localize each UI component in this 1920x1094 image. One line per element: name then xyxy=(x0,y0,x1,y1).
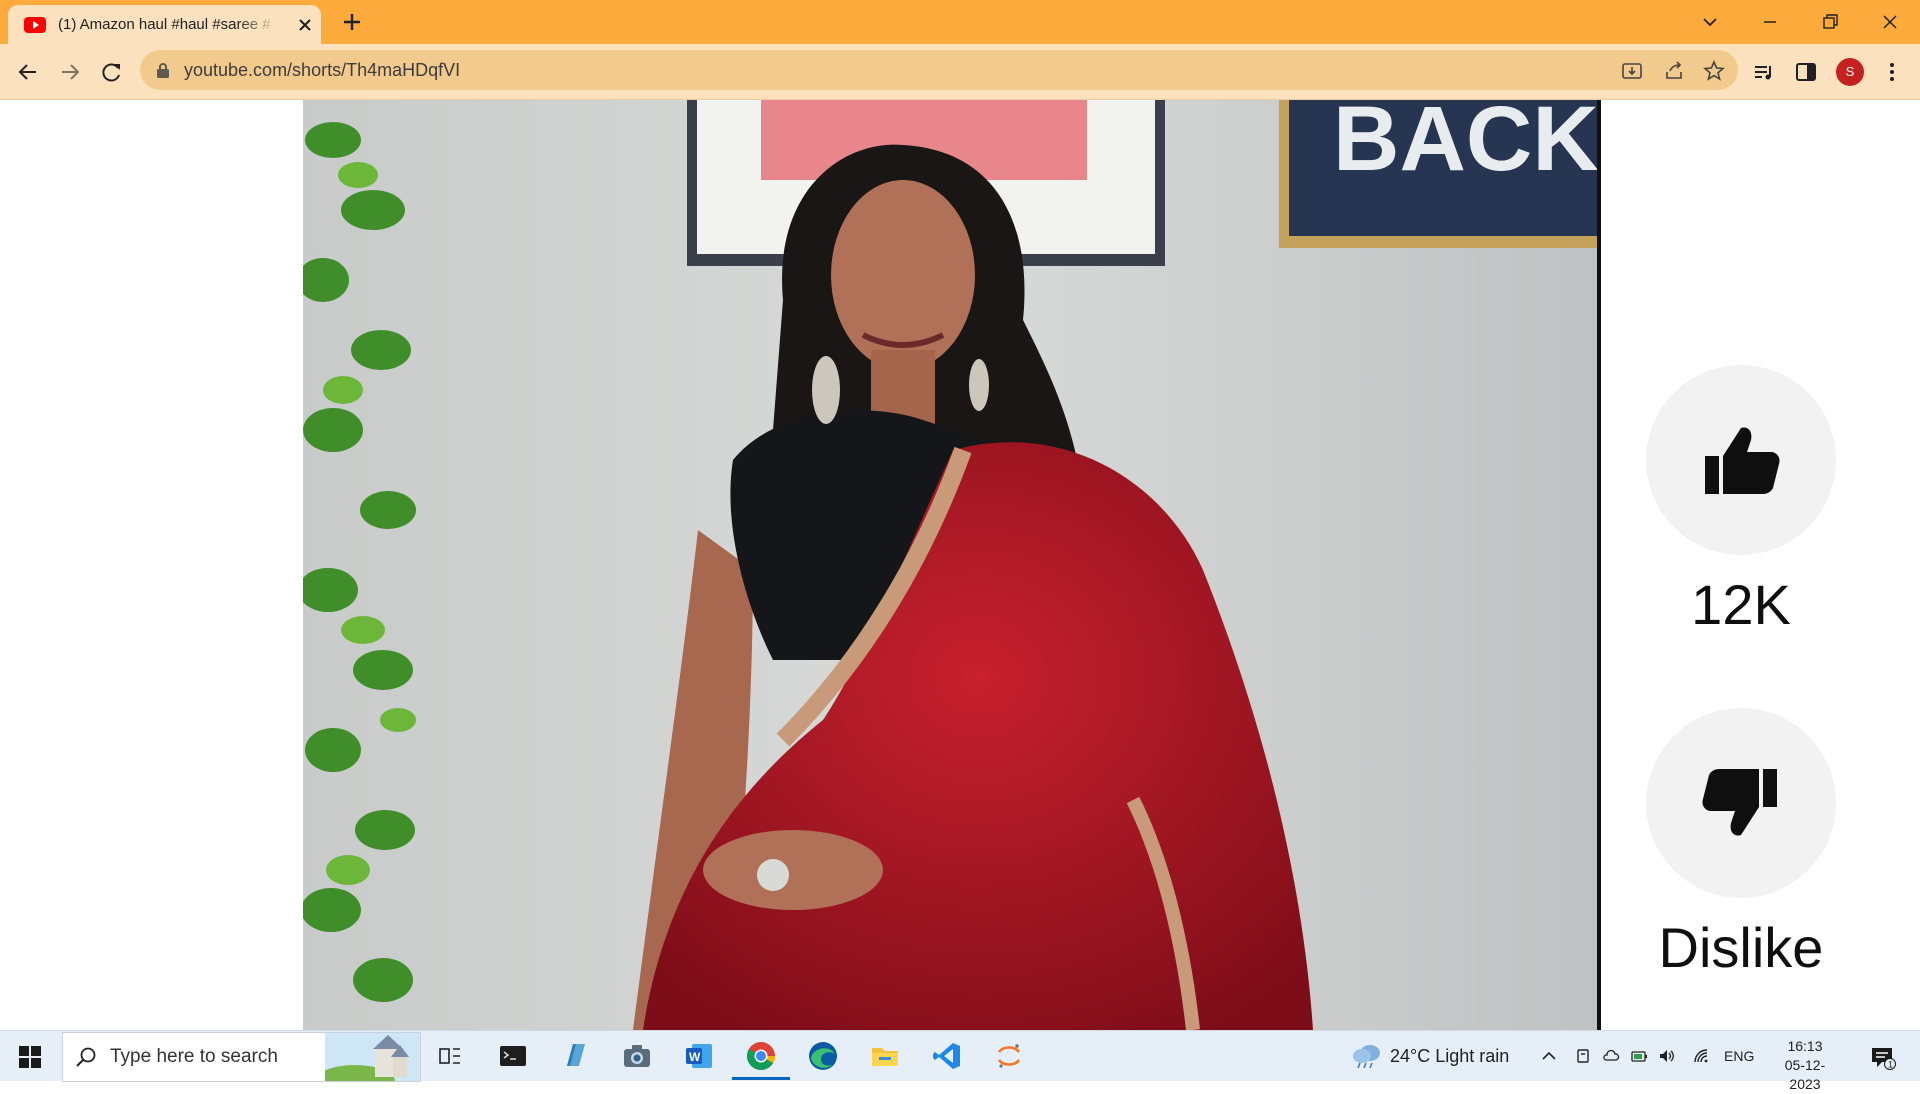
notification-center-icon[interactable]: 1 xyxy=(1868,1043,1896,1071)
file-explorer-icon[interactable] xyxy=(869,1040,901,1072)
onedrive-cloud-icon[interactable] xyxy=(1602,1047,1620,1065)
video-frame: BACK xyxy=(303,100,1599,1030)
profile-avatar[interactable]: S xyxy=(1836,58,1864,86)
video-edge xyxy=(1597,100,1601,1030)
tab-search-chevron-icon[interactable] xyxy=(1696,8,1724,36)
youtube-icon xyxy=(24,17,46,33)
like-action[interactable]: 12K xyxy=(1645,365,1837,637)
terminal-icon[interactable] xyxy=(497,1040,529,1072)
bookmark-star-icon[interactable] xyxy=(1702,59,1726,83)
task-view-icon[interactable] xyxy=(434,1040,466,1072)
close-window-icon[interactable] xyxy=(1876,8,1904,36)
back-arrow-icon[interactable] xyxy=(14,58,42,86)
word-icon[interactable]: W xyxy=(683,1040,715,1072)
install-app-icon[interactable] xyxy=(1620,59,1644,83)
device-icon[interactable] xyxy=(1574,1047,1592,1065)
thumbs-down-icon xyxy=(1702,769,1777,836)
reload-icon[interactable] xyxy=(98,58,126,86)
battery-charging-icon[interactable] xyxy=(1630,1047,1648,1065)
svg-text:W: W xyxy=(689,1050,701,1064)
windows-taskbar: Type here to search W 24°C Light rain EN… xyxy=(0,1030,1920,1092)
vscode-icon[interactable] xyxy=(931,1040,963,1072)
dislike-label: Dislike xyxy=(1658,916,1824,979)
dislike-action[interactable]: Dislike xyxy=(1645,708,1837,980)
shorts-video-player[interactable]: BACK xyxy=(303,100,1599,1030)
tab-strip: (1) Amazon haul #haul #saree # xyxy=(0,0,1920,44)
search-highlight-castle-icon xyxy=(325,1033,420,1081)
edge-icon[interactable] xyxy=(807,1040,839,1072)
dislike-button[interactable] xyxy=(1646,708,1836,898)
like-button[interactable] xyxy=(1646,365,1836,555)
media-controls-icon[interactable] xyxy=(1750,58,1778,86)
notes-app-icon[interactable] xyxy=(559,1040,591,1072)
wifi-icon[interactable] xyxy=(1692,1047,1710,1065)
svg-text:BACK: BACK xyxy=(1333,100,1599,190)
new-tab-icon[interactable] xyxy=(340,10,364,34)
jupyter-icon[interactable] xyxy=(993,1040,1025,1072)
notification-count: 1 xyxy=(1888,1060,1893,1070)
share-icon[interactable] xyxy=(1662,59,1686,83)
tab-title-fade xyxy=(238,13,288,37)
volume-icon[interactable] xyxy=(1658,1047,1676,1065)
youtube-shorts-page: BACK 12K Dislike xyxy=(0,100,1920,1030)
browser-tab[interactable]: (1) Amazon haul #haul #saree # xyxy=(8,5,321,44)
forward-arrow-icon[interactable] xyxy=(56,58,84,86)
chevron-up-icon[interactable] xyxy=(1540,1047,1558,1065)
camera-icon[interactable] xyxy=(621,1040,653,1072)
search-placeholder: Type here to search xyxy=(110,1046,278,1067)
close-tab-icon[interactable] xyxy=(296,16,314,34)
input-language[interactable]: ENG xyxy=(1724,1048,1754,1064)
clock-time: 16:13 xyxy=(1787,1038,1823,1054)
taskbar-search-box[interactable]: Type here to search xyxy=(62,1032,421,1082)
rain-cloud-icon[interactable] xyxy=(1350,1043,1384,1069)
clock-date: 05-12-2023 xyxy=(1784,1057,1826,1092)
system-clock[interactable]: 16:13 05-12-2023 xyxy=(1770,1037,1840,1094)
more-menu-icon[interactable] xyxy=(1878,58,1906,86)
restore-icon[interactable] xyxy=(1816,8,1844,36)
like-count: 12K xyxy=(1691,573,1791,636)
windows-start-icon[interactable] xyxy=(18,1045,42,1069)
thumbs-up-icon xyxy=(1705,427,1780,494)
side-panel-icon[interactable] xyxy=(1792,58,1820,86)
minimize-icon[interactable] xyxy=(1756,8,1784,36)
chrome-icon[interactable] xyxy=(745,1040,777,1072)
address-bar[interactable]: youtube.com/shorts/Th4maHDqfVI xyxy=(140,50,1738,90)
url-text[interactable]: youtube.com/shorts/Th4maHDqfVI xyxy=(184,60,460,80)
weather-text[interactable]: 24°C Light rain xyxy=(1390,1046,1509,1066)
browser-toolbar: youtube.com/shorts/Th4maHDqfVI S xyxy=(0,44,1920,100)
search-icon xyxy=(76,1047,96,1067)
lock-icon[interactable] xyxy=(156,62,170,78)
